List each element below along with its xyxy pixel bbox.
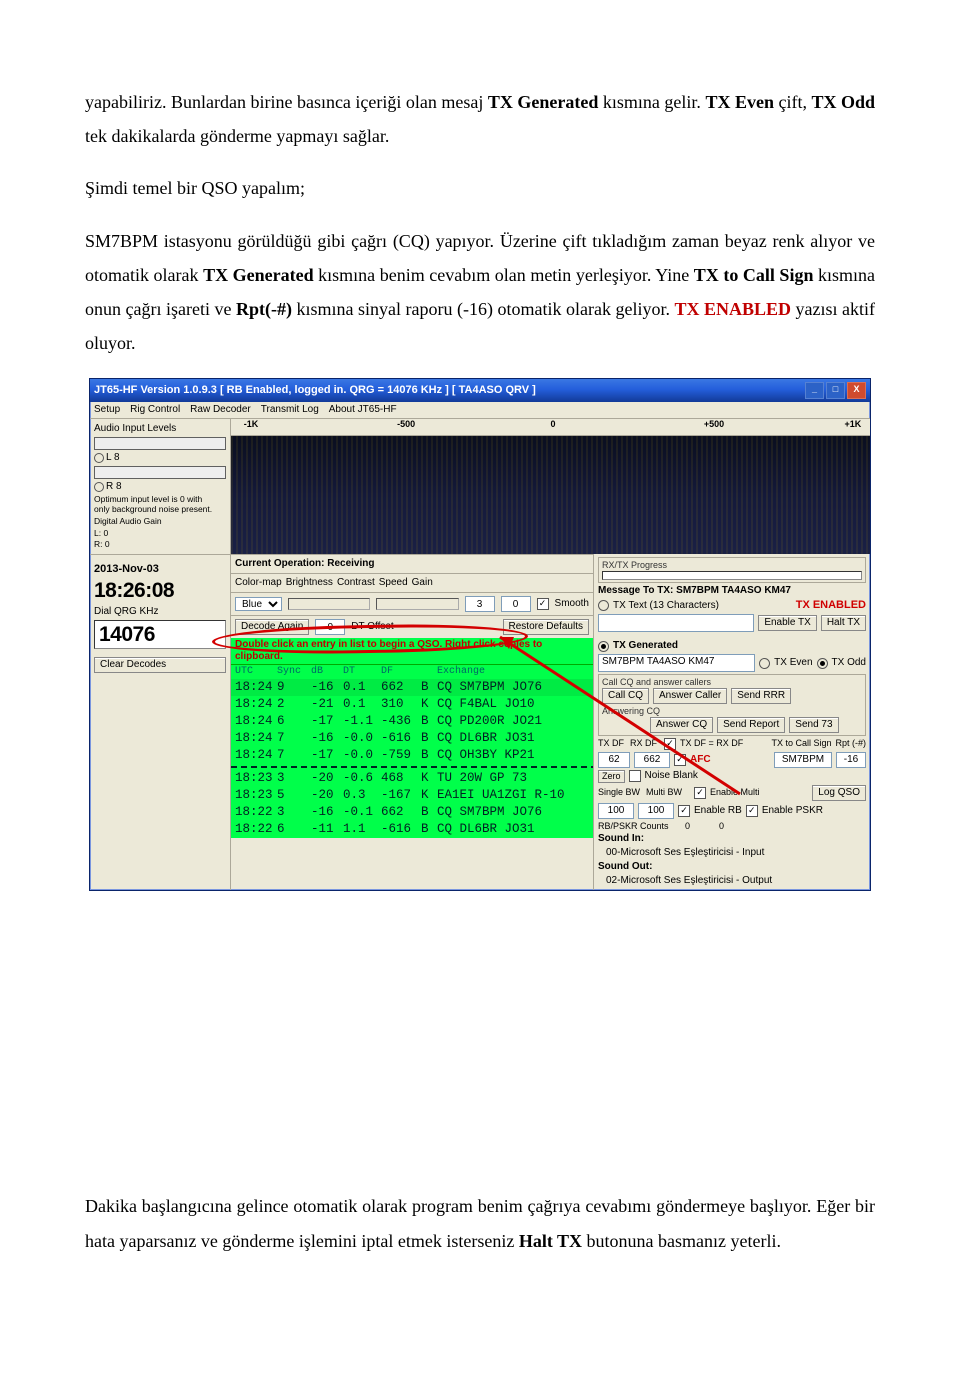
menu-raw-decoder[interactable]: Raw Decoder bbox=[190, 404, 251, 416]
decode-columns: UTC Sync dB DT DF Exchange bbox=[231, 664, 593, 679]
app-window: JT65-HF Version 1.0.9.3 [ RB Enabled, lo… bbox=[89, 378, 871, 891]
current-op-row: Current Operation: Receiving bbox=[231, 555, 593, 574]
radio-r-icon[interactable] bbox=[94, 482, 104, 492]
answer-caller-button[interactable]: Answer Caller bbox=[653, 688, 727, 704]
dial-qrg-input[interactable]: 14076 bbox=[94, 620, 226, 649]
call-cq-button[interactable]: Call CQ bbox=[602, 688, 649, 704]
txdf-input[interactable] bbox=[598, 752, 630, 768]
decode-row[interactable]: 18:223-16-0.1662BCQ SM7BPM JO76 bbox=[231, 804, 593, 821]
log-qso-button[interactable]: Log QSO bbox=[812, 785, 866, 801]
enable-rb-checkbox[interactable] bbox=[678, 805, 690, 817]
tx-text-input[interactable] bbox=[598, 614, 754, 632]
optimum-note: Optimum input level is 0 with only backg… bbox=[94, 495, 226, 515]
current-operation-label: Current Operation: Receiving bbox=[235, 558, 374, 570]
enable-tx-button[interactable]: Enable TX bbox=[758, 615, 817, 631]
menu-rig-control[interactable]: Rig Control bbox=[130, 404, 180, 416]
tx-generated-input[interactable]: SM7BPM TA4ASO KM47 bbox=[598, 654, 755, 672]
window-title: JT65-HF Version 1.0.9.3 [ RB Enabled, lo… bbox=[94, 384, 536, 397]
clear-decodes-button[interactable]: Clear Decodes bbox=[94, 657, 226, 673]
brightness-slider[interactable] bbox=[288, 598, 370, 610]
decode-list[interactable]: 18:249-160.1662BCQ SM7BPM JO7618:242-210… bbox=[231, 679, 593, 838]
date-value: 2013-Nov-03 bbox=[94, 563, 226, 576]
afc-checkbox[interactable] bbox=[674, 754, 686, 766]
answer-cq-button[interactable]: Answer CQ bbox=[650, 717, 713, 733]
txdf-eq-rxdf-checkbox[interactable] bbox=[664, 738, 676, 750]
audio-level-r bbox=[94, 466, 226, 479]
decode-again-button[interactable]: Decode Again bbox=[235, 619, 309, 635]
decode-row[interactable]: 18:246-17-1.1-436BCQ PD200R JO21 bbox=[231, 713, 593, 730]
left-panel: Audio Input Levels L 8 R 8 Optimum input… bbox=[90, 419, 231, 554]
tx-even-radio[interactable] bbox=[759, 658, 770, 669]
waterfall-display[interactable] bbox=[231, 436, 870, 554]
audio-levels-label: Audio Input Levels bbox=[94, 423, 226, 435]
dag-label: Digital Audio Gain bbox=[94, 517, 226, 527]
gain-input[interactable] bbox=[501, 596, 531, 612]
time-value: 18:26:08 bbox=[94, 578, 226, 603]
tx-odd-radio[interactable] bbox=[817, 658, 828, 669]
contrast-slider[interactable] bbox=[376, 598, 458, 610]
decode-row[interactable]: 18:235-200.3-167KEA1EI UA1ZGI R-10 bbox=[231, 787, 593, 804]
minimize-icon[interactable]: _ bbox=[805, 382, 824, 399]
audio-level-l bbox=[94, 437, 226, 450]
colormap-select[interactable]: Blue bbox=[235, 597, 282, 611]
dial-qrg-label: Dial QRG KHz bbox=[94, 606, 226, 618]
hint-row: Double click an entry in list to begin a… bbox=[231, 638, 593, 664]
sound-out-value: 02-Microsoft Ses Eşleştiricisi - Output bbox=[598, 875, 866, 887]
maximize-icon[interactable]: □ bbox=[826, 382, 845, 399]
halt-tx-button[interactable]: Halt TX bbox=[821, 615, 866, 631]
tx-text-radio[interactable] bbox=[598, 600, 609, 611]
frequency-ruler: -1K -500 0 +500 +1K bbox=[231, 419, 870, 436]
paragraph-2: Şimdi temel bir QSO yapalım; bbox=[85, 171, 875, 205]
call-sign-input[interactable] bbox=[774, 752, 832, 768]
send-73-button[interactable]: Send 73 bbox=[789, 717, 838, 733]
sound-in-value: 00-Microsoft Ses Eşleştiricisi - Input bbox=[598, 847, 866, 859]
send-report-button[interactable]: Send Report bbox=[717, 717, 785, 733]
titlebar: JT65-HF Version 1.0.9.3 [ RB Enabled, lo… bbox=[90, 379, 870, 402]
enable-multi-checkbox[interactable] bbox=[694, 787, 706, 799]
tx-generated-radio[interactable] bbox=[598, 641, 609, 652]
decode-row[interactable]: 18:233-20-0.6468KTU 20W GP 73 bbox=[231, 770, 593, 787]
menu-transmit-log[interactable]: Transmit Log bbox=[261, 404, 319, 416]
paragraph-1: yapabiliriz. Bunlardan birine basınca iç… bbox=[85, 85, 875, 153]
tx-enabled-label: TX ENABLED bbox=[796, 599, 866, 612]
radio-l-icon[interactable] bbox=[94, 453, 104, 463]
progress-bar bbox=[602, 571, 862, 580]
multi-bw-input[interactable] bbox=[638, 803, 674, 819]
restore-defaults-button[interactable]: Restore Defaults bbox=[503, 619, 589, 635]
decode-row[interactable]: 18:242-210.1310KCQ F4BAL JO10 bbox=[231, 696, 593, 713]
close-icon[interactable]: X bbox=[847, 382, 866, 399]
paragraph-3: SM7BPM istasyonu görüldüğü gibi çağrı (C… bbox=[85, 224, 875, 361]
smooth-checkbox[interactable] bbox=[537, 598, 549, 610]
enable-pskr-checkbox[interactable] bbox=[746, 805, 758, 817]
decode-row[interactable]: 18:249-160.1662BCQ SM7BPM JO76 bbox=[231, 679, 593, 696]
rxdf-input[interactable] bbox=[634, 752, 670, 768]
menubar: Setup Rig Control Raw Decoder Transmit L… bbox=[90, 402, 870, 419]
speed-input[interactable] bbox=[465, 596, 495, 612]
decode-row[interactable]: 18:247-17-0.0-759BCQ OH3BY KP21 bbox=[231, 747, 593, 764]
tx-panel: RX/TX Progress Message To TX: SM7BPM TA4… bbox=[593, 554, 870, 890]
menu-about[interactable]: About JT65-HF bbox=[329, 404, 397, 416]
paragraph-4: Dakika başlangıcına gelince otomatik ola… bbox=[85, 1189, 875, 1257]
send-rrr-button[interactable]: Send RRR bbox=[731, 688, 791, 704]
noise-blank-checkbox[interactable] bbox=[629, 770, 641, 782]
menu-setup[interactable]: Setup bbox=[94, 404, 120, 416]
decode-row[interactable]: 18:247-16-0.0-616BCQ DL6BR JO31 bbox=[231, 730, 593, 747]
dt-offset-input[interactable] bbox=[315, 619, 345, 635]
msg-to-tx: Message To TX: SM7BPM TA4ASO KM47 bbox=[598, 585, 866, 597]
single-bw-input[interactable] bbox=[598, 803, 634, 819]
zero-button[interactable]: Zero bbox=[598, 770, 625, 783]
rpt-input[interactable] bbox=[836, 752, 866, 768]
decode-separator bbox=[231, 766, 593, 768]
decode-row[interactable]: 18:226-111.1-616BCQ DL6BR JO31 bbox=[231, 821, 593, 838]
clock-panel: 2013-Nov-03 18:26:08 Dial QRG KHz 14076 … bbox=[90, 554, 231, 890]
